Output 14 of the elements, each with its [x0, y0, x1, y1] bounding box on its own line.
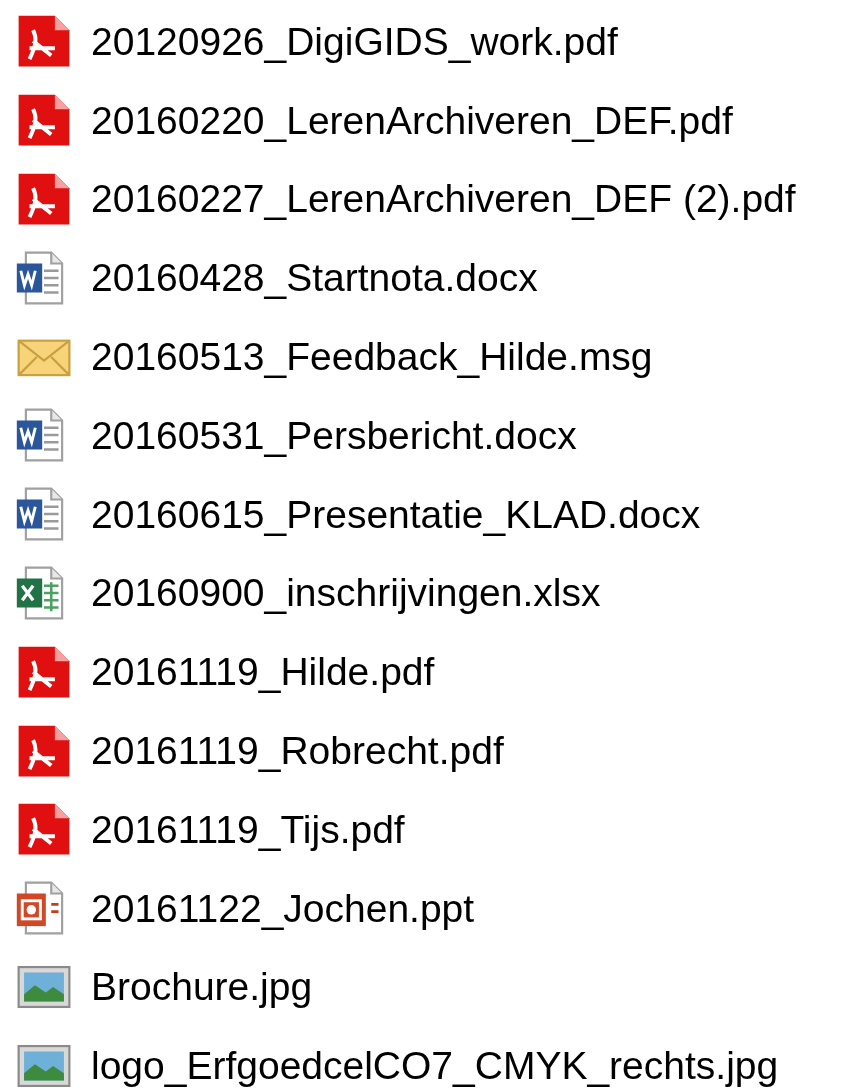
file-name[interactable]: logo_ErfgoedcelCO7_CMYK_rechts.jpg	[91, 1046, 779, 1086]
file-name[interactable]: 20161122_Jochen.ppt	[91, 888, 475, 928]
file-name[interactable]: 20160220_LerenArchiveren_DEF.pdf	[91, 100, 733, 140]
file-name[interactable]: 20120926_DigiGIDS_work.pdf	[91, 21, 618, 61]
file-name[interactable]: 20160428_Startnota.docx	[91, 258, 538, 298]
file-name[interactable]: 20160615_Presentatie_KLAD.docx	[91, 494, 701, 534]
file-name[interactable]: 20160513_Feedback_Hilde.msg	[91, 337, 653, 377]
file-name[interactable]: 20160531_Persbericht.docx	[91, 415, 577, 455]
file-name[interactable]: 20161119_Tijs.pdf	[91, 809, 405, 849]
file-name[interactable]: Brochure.jpg	[91, 967, 313, 1007]
file-name[interactable]: 20161119_Hilde.pdf	[91, 652, 435, 692]
file-name[interactable]: 20160900_inschrijvingen.xlsx	[91, 573, 601, 613]
file-name[interactable]: 20160227_LerenArchiveren_DEF (2).pdf	[91, 179, 796, 219]
file-name[interactable]: 20161119_Robrecht.pdf	[91, 731, 504, 771]
